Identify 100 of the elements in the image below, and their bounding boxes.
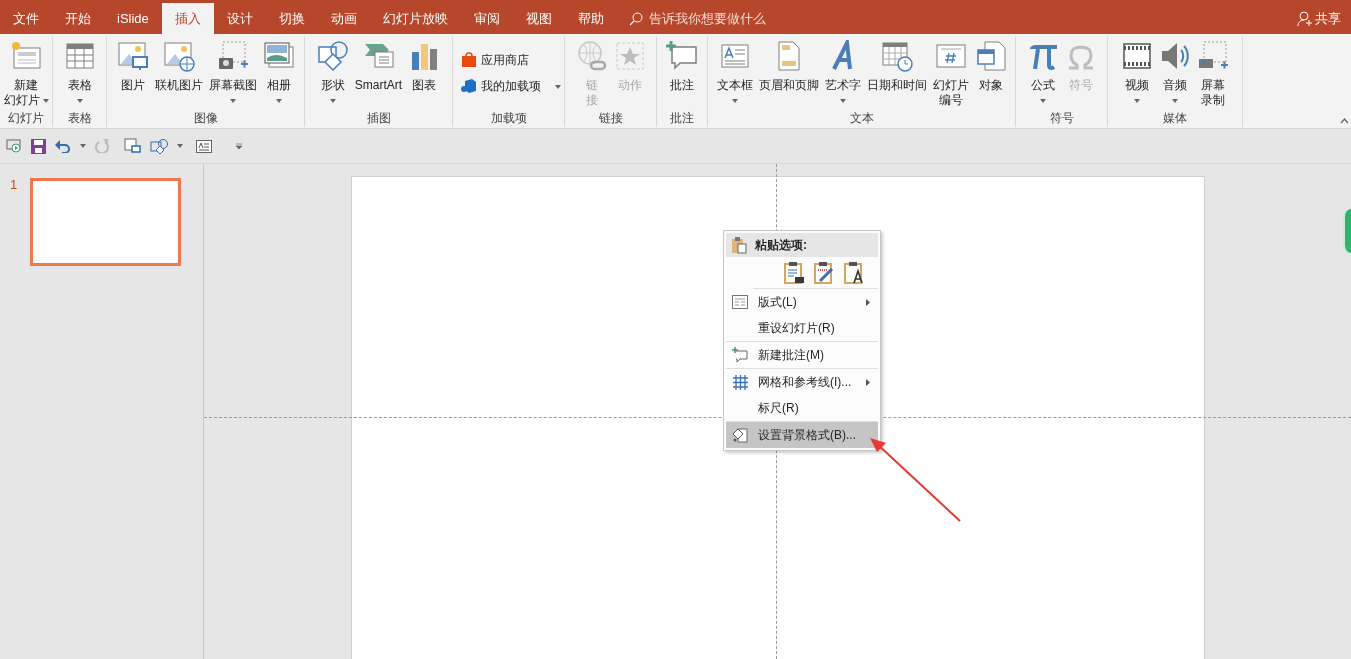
ribbon-button[interactable]: 联机图片: [153, 37, 204, 109]
ribbon-tab[interactable]: 动画: [317, 3, 370, 34]
ribbon-button[interactable]: 应用商店: [461, 49, 529, 71]
group-label: 文本: [848, 110, 875, 127]
film-icon: [1121, 40, 1153, 72]
button-label: 联机图片: [154, 78, 203, 93]
screen-recording-icon: [1197, 40, 1229, 72]
button-label: 日期和时间: [866, 78, 927, 93]
paste-option-icon[interactable]: [784, 261, 805, 284]
ribbon-button[interactable]: SmartArt: [353, 37, 404, 109]
text-box-icon[interactable]: [196, 139, 212, 153]
ribbon-tab[interactable]: 插入: [161, 3, 214, 34]
picture-icon[interactable]: [124, 138, 141, 154]
button-label: 录制: [1201, 93, 1225, 108]
ribbon-button[interactable]: 艺术字: [823, 37, 862, 109]
ribbon-button[interactable]: 音频: [1158, 37, 1192, 109]
button-label: 形状: [320, 78, 345, 93]
clipboard-icon: [731, 236, 747, 254]
ribbon-button[interactable]: 新建 幻灯片: [2, 37, 50, 109]
menu-item-label: 版式(L): [758, 294, 798, 311]
group-label: 插图: [365, 110, 392, 127]
ribbon-tab[interactable]: 审阅: [460, 3, 513, 34]
share-button[interactable]: 共享: [1297, 3, 1341, 34]
menu-item-label: 重设幻灯片(R): [758, 320, 836, 337]
ribbon-tab[interactable]: 设计: [213, 3, 266, 34]
button-label: 艺术字: [824, 78, 861, 93]
ribbon-tab[interactable]: iSlide: [104, 3, 162, 34]
ribbon-tab[interactable]: 视图: [512, 3, 565, 34]
menu-item[interactable]: 新建批注(M): [726, 342, 878, 368]
button-label: 图片: [120, 78, 145, 93]
ribbon-tab[interactable]: 幻灯片放映: [369, 3, 461, 34]
ribbon-button[interactable]: 日期和时间: [865, 37, 928, 109]
link-globe-icon: [575, 40, 608, 72]
ribbon-button[interactable]: 表格: [62, 37, 97, 109]
ribbon-button[interactable]: 图片: [115, 37, 150, 109]
button-label: 批注: [670, 78, 694, 93]
ribbon-button[interactable]: 形状: [315, 37, 350, 109]
button-label: SmartArt: [354, 78, 403, 93]
button-label: 文本框: [716, 78, 753, 93]
group-label: 批注: [669, 110, 695, 127]
menu-item-label: 网格和参考线(I)...: [758, 374, 853, 391]
person-add-icon: [1297, 10, 1312, 27]
undo-icon[interactable]: [55, 139, 71, 153]
paste-options-header: 粘贴选项:: [755, 237, 807, 254]
button-label: 动作: [617, 78, 642, 93]
ribbon-button[interactable]: 图表: [407, 37, 442, 109]
paste-option-icon[interactable]: [814, 261, 835, 284]
caret-icon: [80, 144, 86, 148]
ribbon-button[interactable]: 屏幕截图: [207, 37, 258, 109]
ribbon-button[interactable]: 相册: [261, 37, 296, 109]
group-label: 媒体: [1162, 110, 1188, 127]
new-slide-icon: [10, 40, 42, 72]
tell-me-field[interactable]: 告诉我你想要做什么: [648, 8, 809, 29]
button-label: 链: [585, 78, 598, 93]
menu-item[interactable]: 标尺(R): [726, 395, 878, 421]
group-label: 符号: [1048, 110, 1075, 127]
ribbon-button[interactable]: 公式: [1025, 37, 1060, 109]
ribbon-tab[interactable]: 切换: [265, 3, 318, 34]
picture-icon: [116, 40, 149, 72]
store-bag-icon: [461, 52, 477, 68]
customize-toolbar-icon[interactable]: [235, 143, 243, 149]
button-label: 公式: [1030, 78, 1055, 93]
calendar-clock-icon: [880, 40, 913, 72]
comment-icon: [666, 40, 698, 72]
button-label: 屏幕截图: [208, 78, 257, 93]
ribbon-button[interactable]: 页眉和页脚: [757, 37, 820, 109]
online-picture-icon: [162, 40, 195, 72]
menu-item[interactable]: 设置背景格式(B)...: [726, 422, 878, 448]
ribbon-tab[interactable]: 帮助: [564, 3, 617, 34]
ribbon-button[interactable]: 我的加载项: [461, 75, 561, 97]
paste-option-icon[interactable]: [844, 261, 865, 284]
save-icon[interactable]: [31, 138, 46, 154]
screenshot-icon: [216, 40, 249, 72]
button-label: 音频: [1163, 78, 1187, 93]
ribbon-button[interactable]: 视频: [1120, 37, 1154, 109]
ribbon-button[interactable]: 对象: [973, 37, 1008, 109]
ribbon-tab[interactable]: 开始: [52, 3, 104, 34]
object-icon: [974, 40, 1007, 72]
menu-item[interactable]: 重设幻灯片(R): [726, 315, 878, 341]
slide-thumbnail[interactable]: [30, 178, 182, 266]
ribbon-button[interactable]: 屏幕 录制: [1196, 37, 1230, 109]
menu-item[interactable]: 版式(L): [726, 289, 878, 315]
ribbon-button[interactable]: 文本框: [715, 37, 754, 109]
button-label: 屏幕: [1201, 78, 1225, 93]
search-icon: [628, 11, 643, 26]
button-label: 新建: [14, 78, 38, 93]
collapse-ribbon-icon[interactable]: [1340, 118, 1349, 124]
slideshow-icon[interactable]: [6, 138, 22, 154]
group-label: 表格: [66, 110, 93, 127]
menu-item-label: 设置背景格式(B)...: [758, 427, 857, 444]
button-label: 相册: [266, 78, 291, 93]
shapes-icon[interactable]: [150, 138, 168, 154]
ribbon-button[interactable]: 批注: [665, 37, 699, 109]
button-label: 接: [585, 93, 598, 108]
ribbon-tab[interactable]: 文件: [0, 3, 52, 34]
button-label: 幻灯片: [932, 78, 969, 93]
ribbon-button[interactable]: 幻灯片 编号: [931, 37, 970, 109]
menu-item[interactable]: 网格和参考线(I)...: [726, 369, 878, 395]
slide-number: 1: [10, 178, 18, 191]
group-label: 图像: [192, 110, 219, 127]
